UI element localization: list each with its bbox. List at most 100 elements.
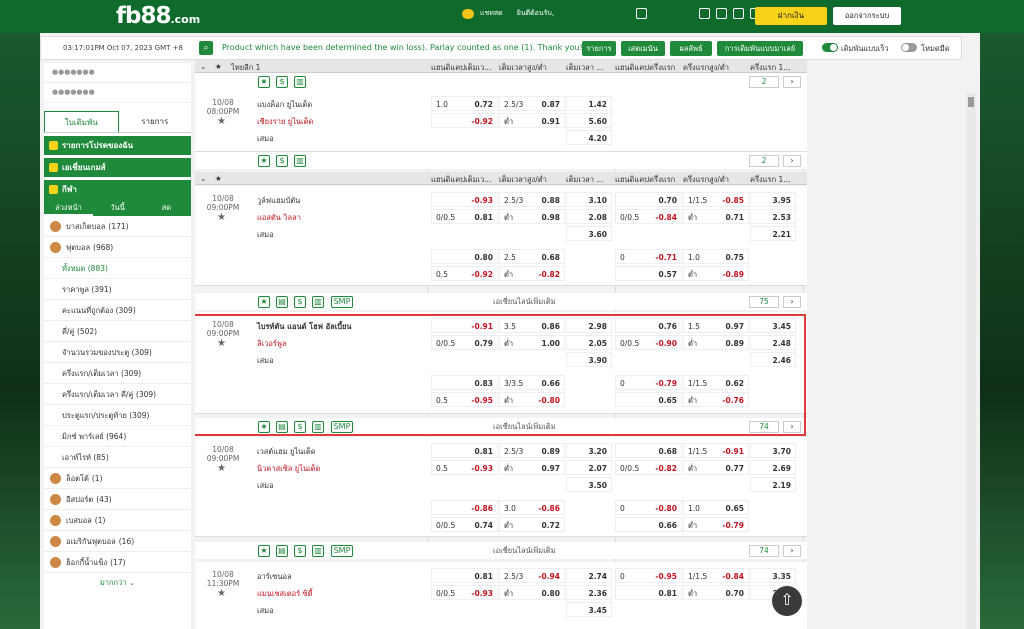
odds-cell[interactable]: 0/0.5 0.81 — [431, 209, 498, 224]
odds-cell[interactable]: 0.81 — [431, 568, 498, 583]
odds-cell[interactable]: 1/1.5 -0.84 — [683, 568, 749, 583]
more-lines-link[interactable]: เอเชี่ยนไลน์เพิ่มเติม — [493, 421, 556, 433]
odds-cell[interactable]: 3.45 — [750, 318, 796, 333]
subitem[interactable]: ทั้งหมด (883) — [44, 258, 191, 279]
odds-cell[interactable]: ต่ำ 0.80 — [499, 585, 565, 600]
scrollbar[interactable] — [966, 93, 976, 629]
odds-cell[interactable]: 3.20 — [566, 443, 612, 458]
scroll-top-button[interactable]: ⇧ — [772, 586, 802, 616]
odds-cell[interactable]: 2.74 — [566, 568, 612, 583]
asian-games-section[interactable]: เอเชี่ยนเกมส์ — [44, 158, 191, 177]
sports-section[interactable]: กีฬา — [44, 180, 191, 199]
league-star-icon[interactable]: ★ — [215, 62, 222, 71]
star-icon[interactable]: ★ — [258, 545, 270, 557]
odds-cell[interactable]: ต่ำ -0.80 — [499, 392, 565, 407]
sport-item[interactable]: บาสเก็ตบอล (171) — [44, 216, 191, 237]
league-header[interactable]: ⌄ ★ แฮนดิแคปเต็มเว... เต็มเวลาสูง/ต่ำ เต็มเว… — [195, 172, 807, 185]
favorites-section[interactable]: รายการโปรดของฉัน — [44, 136, 191, 155]
odds-cell[interactable]: 0.5 -0.92 — [431, 266, 498, 281]
favorite-star-icon[interactable]: ★ — [217, 463, 226, 474]
favorite-star-icon[interactable]: ★ — [217, 588, 226, 599]
odds-cell[interactable]: 2.5/3 0.88 — [499, 192, 565, 207]
odds-cell[interactable]: 2.07 — [566, 460, 612, 475]
results-button[interactable]: ผลลัพธ์ — [670, 41, 712, 56]
favorite-star-icon[interactable]: ★ — [217, 116, 226, 127]
odds-cell[interactable]: 3.35 — [750, 568, 796, 583]
odds-cell[interactable]: 2.21 — [750, 226, 796, 241]
subitem[interactable]: ครึ่งแรก/เต็มเวลา (309) — [44, 363, 191, 384]
odds-cell[interactable]: 0.81 — [615, 585, 682, 600]
next-arrow-icon[interactable]: › — [783, 296, 801, 308]
tab-list[interactable]: รายการ — [119, 111, 192, 132]
sport-item[interactable]: ฟุตบอล (968) — [44, 237, 191, 258]
odds-cell[interactable]: 3.10 — [566, 192, 612, 207]
odds-cell[interactable]: -0.86 — [431, 500, 498, 515]
subitem[interactable]: จำนวนรวมของประตู (309) — [44, 342, 191, 363]
odds-cell[interactable]: 0 -0.80 — [615, 500, 682, 515]
tab-today[interactable]: วันนี้ — [93, 199, 142, 216]
odds-cell[interactable]: 0.80 — [431, 249, 498, 264]
odds-cell[interactable]: 3.95 — [750, 192, 796, 207]
odds-cell[interactable]: ต่ำ 1.00 — [499, 335, 565, 350]
odds-cell[interactable]: ต่ำ 0.77 — [683, 460, 749, 475]
logout-button[interactable]: ออกจากระบบ — [833, 7, 901, 25]
logo[interactable]: fb88.com — [116, 3, 200, 29]
odds-cell[interactable]: 2.98 — [566, 318, 612, 333]
league-header[interactable]: ⌄ ★ ไทยลีก 1 แฮนดิแคปเต็มเว... เต็มเวลาสูง/ต… — [195, 60, 807, 73]
deposit-button[interactable]: ฝากเงิน — [755, 7, 827, 25]
dollar-icon[interactable]: $ — [294, 545, 306, 557]
odds-cell[interactable]: 2.69 — [750, 460, 796, 475]
odds-cell[interactable]: ต่ำ 0.89 — [683, 335, 749, 350]
odds-cell[interactable]: 2.05 — [566, 335, 612, 350]
more-markets-button[interactable]: 2 — [749, 76, 779, 88]
odds-cell[interactable]: 0.66 — [615, 517, 682, 532]
dollar-icon[interactable]: $ — [276, 155, 288, 167]
odds-cell[interactable]: 0.76 — [615, 318, 682, 333]
odds-cell[interactable]: 0.70 — [615, 192, 682, 207]
next-arrow-icon[interactable]: › — [783, 421, 801, 433]
more-link[interactable]: มากกว่า ⌄ — [44, 573, 191, 593]
quick-bet-toggle[interactable] — [822, 43, 838, 52]
collapse-icon[interactable]: ⌄ — [200, 62, 206, 71]
odds-cell[interactable]: 2.5/3 -0.94 — [499, 568, 565, 583]
subitem[interactable]: คะแนนที่ถูกต้อง (309) — [44, 300, 191, 321]
stats-icon[interactable]: ▤ — [276, 545, 288, 557]
odds-cell[interactable]: 3/3.5 0.66 — [499, 375, 565, 390]
more-markets-button[interactable]: 74 — [749, 421, 779, 433]
wallet-icon[interactable] — [699, 8, 711, 19]
odds-cell[interactable]: ต่ำ -0.79 — [683, 517, 749, 532]
more-markets-button[interactable]: 74 — [749, 545, 779, 557]
odds-cell[interactable]: 0 -0.71 — [615, 249, 682, 264]
next-arrow-icon[interactable]: › — [783, 76, 801, 88]
subitem[interactable]: ประตูแรก/ประตูท้าย (309) — [44, 405, 191, 426]
odds-type-select[interactable]: การเดิมพันแบบมาเลย์ — [717, 41, 803, 56]
sport-item[interactable]: เบสบอล (1) — [44, 510, 191, 531]
more-markets-button[interactable]: 75 — [749, 296, 779, 308]
odds-cell[interactable]: 2.48 — [750, 335, 796, 350]
sport-item[interactable]: ล็อตโต้ (1) — [44, 468, 191, 489]
tab-bet-slip[interactable]: ใบเดิมพัน — [44, 111, 119, 132]
favorite-star-icon[interactable]: ★ — [217, 212, 226, 223]
tab-early[interactable]: ล่วงหน้า — [44, 199, 93, 216]
odds-cell[interactable]: 0.5 -0.93 — [431, 460, 498, 475]
odds-cell[interactable]: 3.60 — [566, 226, 612, 241]
balance-icon[interactable] — [636, 8, 648, 19]
chart-icon[interactable]: ▥ — [312, 296, 324, 308]
odds-cell[interactable]: ต่ำ -0.82 — [499, 266, 565, 281]
odds-cell[interactable]: 1.5 0.97 — [683, 318, 749, 333]
chart-icon[interactable]: ▥ — [312, 421, 324, 433]
sport-item[interactable]: ฮ็อกกี้น้ำแข็ง (17) — [44, 552, 191, 573]
chart-icon[interactable]: ▥ — [294, 155, 306, 167]
sport-item[interactable]: อเมริกันฟุตบอล (16) — [44, 531, 191, 552]
odds-cell[interactable]: 0/0.5 -0.90 — [615, 335, 682, 350]
odds-cell[interactable]: 2.5/3 0.89 — [499, 443, 565, 458]
subitem[interactable]: คี่/คู่ (502) — [44, 321, 191, 342]
odds-cell[interactable]: 2.5/3 0.87 — [499, 96, 565, 111]
odds-cell[interactable]: 0.65 — [615, 392, 682, 407]
odds-cell[interactable]: 1/1.5 -0.85 — [683, 192, 749, 207]
subitem[interactable]: มิกซ์ พาร์เลย์ (964) — [44, 426, 191, 447]
odds-cell[interactable]: 3.5 0.86 — [499, 318, 565, 333]
odds-cell[interactable]: 1/1.5 -0.91 — [683, 443, 749, 458]
next-arrow-icon[interactable]: › — [783, 155, 801, 167]
chat-icon[interactable] — [462, 8, 474, 19]
